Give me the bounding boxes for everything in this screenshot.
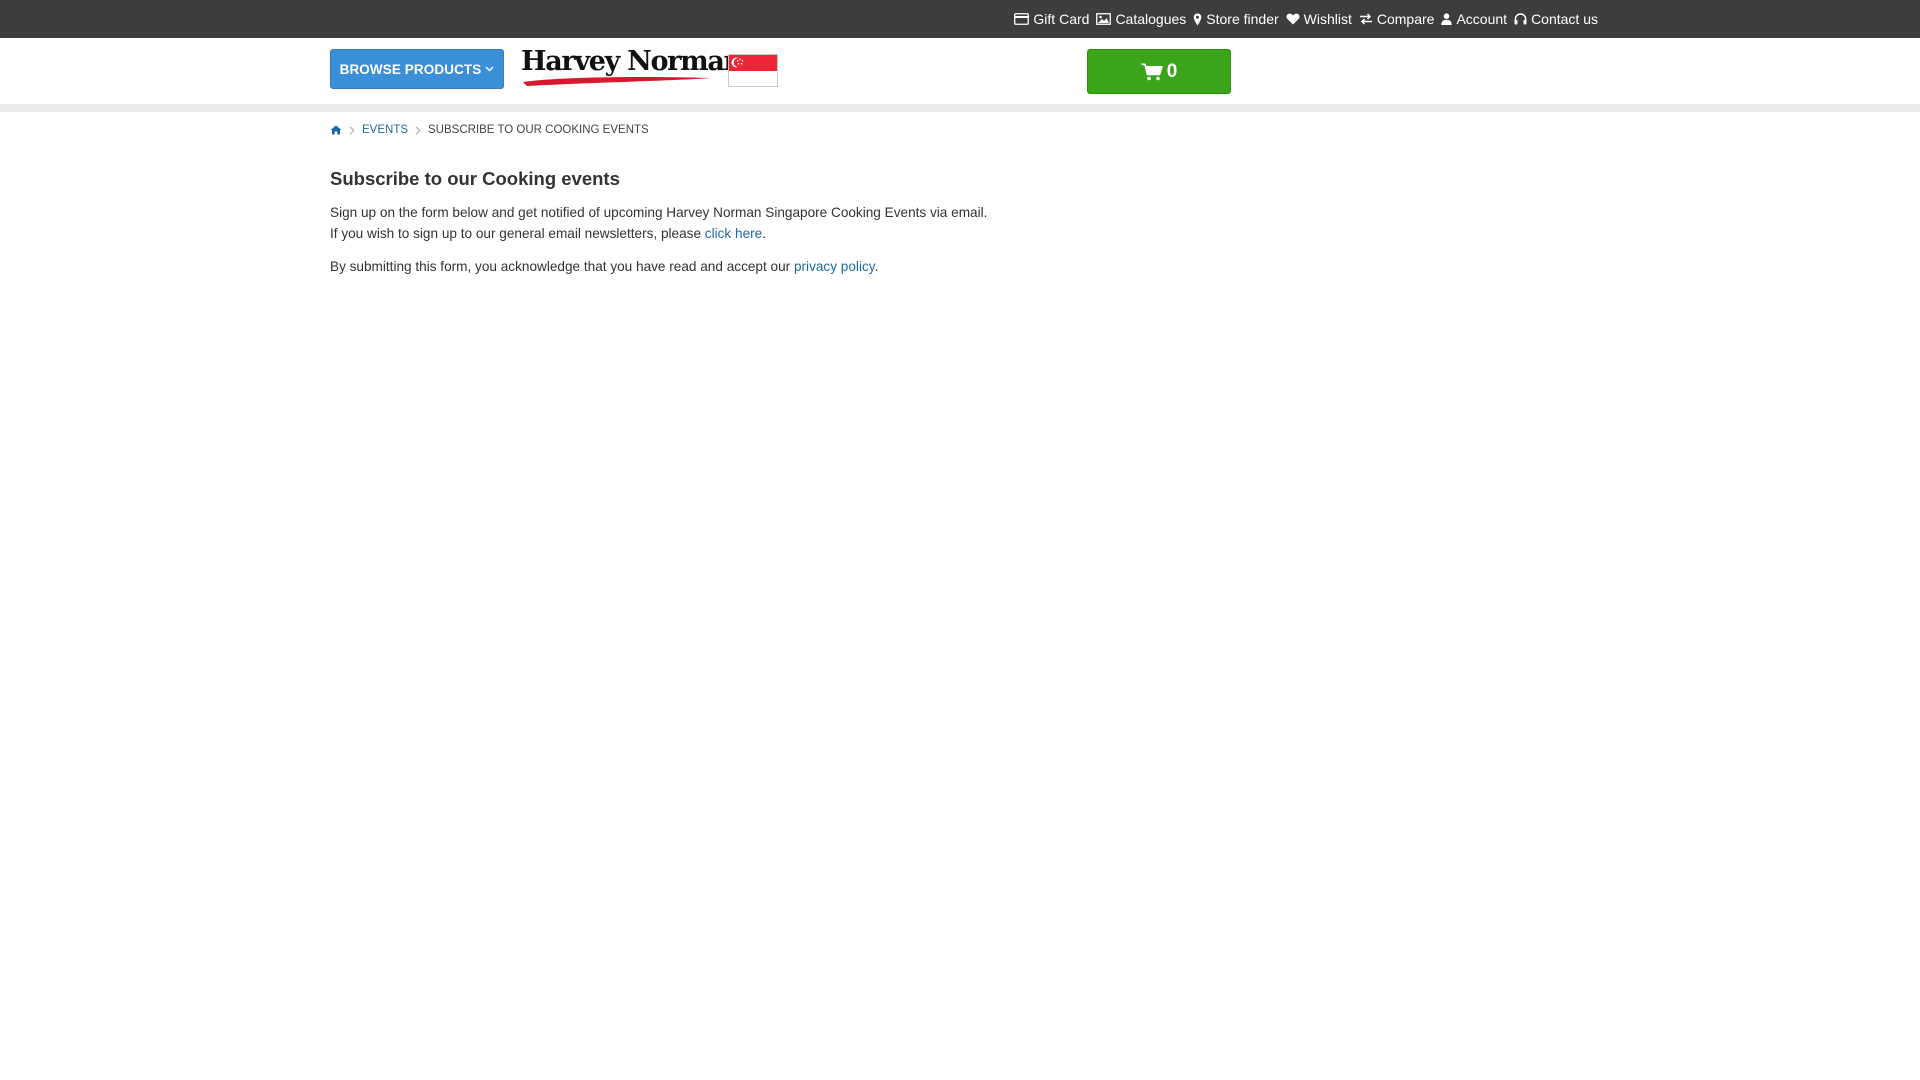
cart-button[interactable]: 0	[1087, 49, 1231, 94]
home-icon	[330, 125, 342, 135]
user-icon	[1441, 13, 1453, 25]
gift-card-link[interactable]: Gift Card	[1014, 11, 1089, 27]
privacy-policy-link[interactable]: privacy policy	[794, 259, 875, 274]
cart-count: 0	[1166, 60, 1178, 82]
heart-icon	[1286, 13, 1300, 25]
harvey-norman-logo[interactable]: Harvey Norman	[521, 46, 743, 90]
breadcrumb-current: SUBSCRIBE TO OUR COOKING EVENTS	[428, 124, 649, 136]
breadcrumb: EVENTS SUBSCRIBE TO OUR COOKING EVENTS	[330, 122, 649, 138]
store-finder-label: Store finder	[1206, 11, 1279, 27]
browse-products-label: BROWSE PRODUCTS	[339, 61, 482, 77]
breadcrumb-separator-icon	[349, 125, 355, 135]
intro-text: Sign up on the form below and get notifi…	[330, 205, 988, 220]
breadcrumb-separator-icon	[415, 125, 421, 135]
headphones-icon	[1514, 13, 1527, 25]
store-finder-link[interactable]: Store finder	[1193, 11, 1279, 27]
gift-card-label: Gift Card	[1033, 11, 1090, 27]
breadcrumb-home-link[interactable]	[330, 125, 342, 135]
privacy-text: By submitting this form, you acknowledge…	[330, 259, 794, 274]
top-utility-bar: Gift Card Catalogues Store finder Wishli…	[0, 0, 1920, 38]
exchange-icon	[1359, 13, 1372, 25]
intro-paragraph: Sign up on the form below and get notifi…	[330, 202, 1130, 244]
header-divider	[0, 104, 1920, 112]
logo-swoosh-icon	[523, 77, 711, 86]
top-utility-links: Gift Card Catalogues Store finder Wishli…	[1014, 0, 1598, 38]
browse-products-button[interactable]: BROWSE PRODUCTS	[330, 49, 504, 89]
privacy-text-end: .	[874, 259, 879, 274]
newsletter-click-here-link[interactable]: click here	[705, 226, 762, 241]
site-header: BROWSE PRODUCTS Harvey Norman 0	[0, 38, 1920, 104]
image-icon	[1096, 13, 1112, 25]
catalogues-label: Catalogues	[1115, 11, 1187, 27]
newsletter-text: If you wish to sign up to our general em…	[330, 226, 705, 241]
main-content: Subscribe to our Cooking events Sign up …	[330, 166, 1130, 277]
account-label: Account	[1456, 11, 1508, 27]
newsletter-text-end: .	[762, 226, 766, 241]
chevron-down-icon	[485, 66, 494, 72]
shopping-cart-icon	[1141, 62, 1163, 80]
logo-text: Harvey Norman	[521, 46, 743, 77]
compare-link[interactable]: Compare	[1359, 11, 1435, 27]
compare-label: Compare	[1376, 11, 1435, 27]
privacy-paragraph: By submitting this form, you acknowledge…	[330, 256, 1130, 277]
contact-us-link[interactable]: Contact us	[1514, 11, 1598, 27]
breadcrumb-events-link[interactable]: EVENTS	[362, 124, 408, 136]
contact-us-label: Contact us	[1531, 11, 1598, 27]
page-title: Subscribe to our Cooking events	[330, 168, 620, 189]
map-marker-icon	[1193, 13, 1202, 25]
catalogues-link[interactable]: Catalogues	[1096, 11, 1186, 27]
wishlist-link[interactable]: Wishlist	[1286, 11, 1352, 27]
account-link[interactable]: Account	[1441, 11, 1507, 27]
wishlist-label: Wishlist	[1303, 11, 1352, 27]
singapore-flag-icon	[728, 54, 778, 87]
credit-card-icon	[1014, 13, 1030, 25]
